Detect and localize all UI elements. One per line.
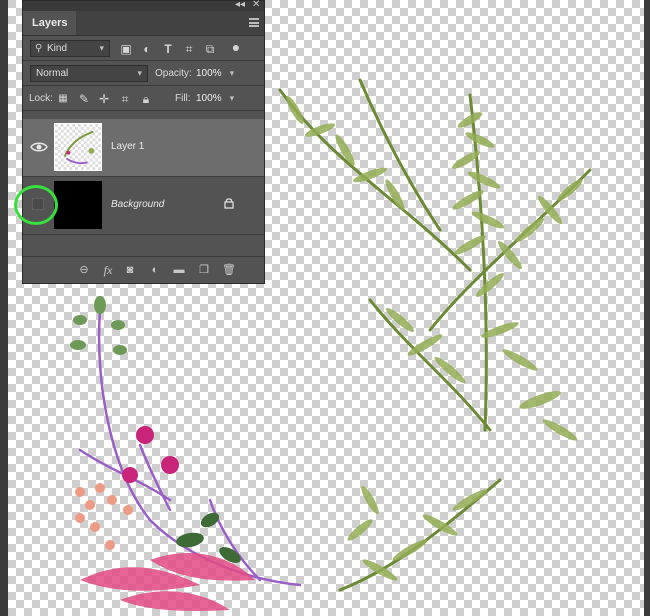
shape-filter-icon[interactable]: ⌗ <box>182 42 196 56</box>
tab-layers[interactable]: Layers <box>23 11 77 35</box>
chevron-down-icon: ▾ <box>99 43 104 53</box>
smart-object-filter-icon[interactable]: ⧉ <box>203 42 217 56</box>
new-layer-icon[interactable]: ❐ <box>197 263 211 277</box>
close-icon[interactable]: ✕ <box>252 0 260 11</box>
layer-row-layer-1[interactable]: Layer 1 <box>23 119 264 177</box>
fill-field[interactable]: 100% ▾ <box>196 90 234 107</box>
lock-transparent-pixels-icon[interactable]: ▦ <box>56 92 70 106</box>
pink-leaves <box>80 552 255 611</box>
lock-icon[interactable] <box>224 197 234 209</box>
blend-mode-select[interactable]: Normal ▾ <box>30 65 148 82</box>
lock-image-pixels-icon[interactable]: ✎ <box>77 92 91 106</box>
lock-position-icon[interactable]: ✛ <box>97 92 111 106</box>
layers-panel: ◂◂ ✕ Layers ⚲ Kind ▾ ▣ ◐ T ⌗ ⧉ ● Normal … <box>22 0 265 284</box>
add-mask-icon[interactable]: ◙ <box>123 263 137 277</box>
adjustment-filter-icon[interactable]: ◐ <box>140 42 154 56</box>
fern-branches <box>278 78 592 592</box>
opacity-label: Opacity: <box>155 68 192 79</box>
collapse-icon[interactable]: ◂◂ <box>235 0 245 11</box>
lock-all-icon[interactable]: 🔒︎ <box>139 92 153 106</box>
layer-name: Background <box>111 199 165 210</box>
pixel-filter-icon[interactable]: ▣ <box>119 42 133 56</box>
chevron-down-icon: ▾ <box>137 68 142 78</box>
lock-artboard-icon[interactable]: ⌗ <box>118 92 132 106</box>
filter-row: ⚲ Kind ▾ ▣ ◐ T ⌗ ⧉ ● <box>23 36 264 60</box>
panel-menu-icon[interactable] <box>249 18 259 27</box>
lock-row: Lock: ▦ ✎ ✛ ⌗ 🔒︎ Fill: 100% ▾ <box>23 86 264 110</box>
filter-kind-label: Kind <box>47 43 68 54</box>
highlight-circle <box>14 185 58 225</box>
fill-value: 100% <box>196 93 222 104</box>
eye-icon[interactable] <box>30 140 48 154</box>
fern-leaflets <box>286 96 583 581</box>
trash-icon[interactable]: 🗑︎ <box>222 263 236 277</box>
opacity-value: 100% <box>196 68 222 79</box>
layer-name: Layer 1 <box>111 141 145 152</box>
search-icon: ⚲ <box>35 43 43 54</box>
blend-row: Normal ▾ Opacity: 100% ▾ <box>23 61 264 85</box>
layer-row-background[interactable]: Background <box>23 177 264 235</box>
blend-mode-label: Normal <box>36 68 69 79</box>
folder-icon[interactable]: ▬ <box>172 263 186 277</box>
type-filter-icon[interactable]: T <box>161 42 175 56</box>
layer-thumbnail <box>54 123 102 171</box>
link-layers-icon[interactable]: ⊖ <box>77 263 91 277</box>
lock-label: Lock: <box>29 93 53 104</box>
adjustment-layer-icon[interactable]: ◐ <box>148 263 162 277</box>
panel-tabbar: Layers <box>23 11 264 36</box>
panel-titlebar: ◂◂ ✕ <box>23 0 264 11</box>
chevron-down-icon: ▾ <box>229 68 235 78</box>
fx-icon[interactable]: fx <box>101 263 115 277</box>
opacity-field[interactable]: 100% ▾ <box>196 65 234 82</box>
filter-kind-select[interactable]: ⚲ Kind ▾ <box>30 40 110 57</box>
panel-footer: ⊖ fx ◙ ◐ ▬ ❐ 🗑︎ <box>23 256 264 283</box>
fill-label: Fill: <box>175 93 191 104</box>
layer-thumbnail <box>54 181 102 229</box>
chevron-down-icon: ▾ <box>229 93 235 103</box>
filter-toggle-icon[interactable]: ● <box>229 40 243 54</box>
